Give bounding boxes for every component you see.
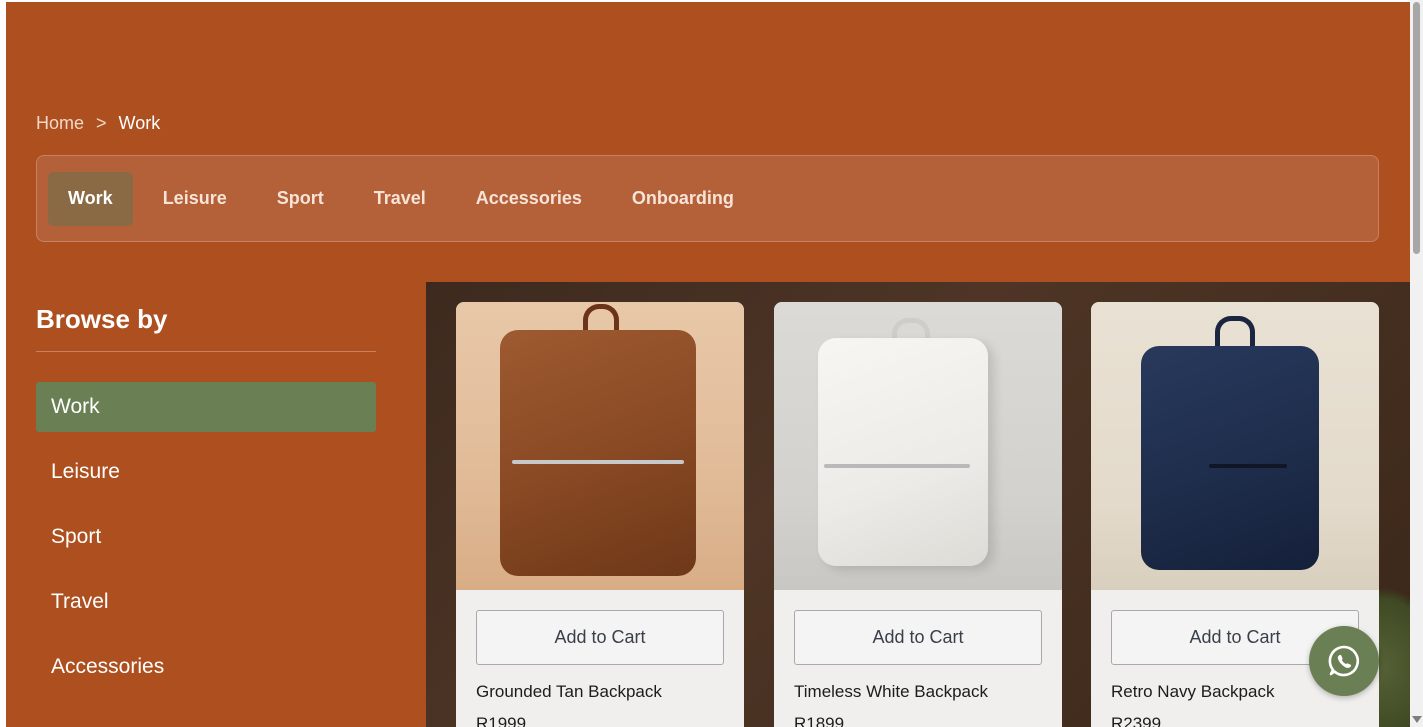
breadcrumb-separator: >: [96, 113, 107, 133]
sidebar-item-accessories[interactable]: Accessories: [36, 642, 376, 692]
browse-sidebar: Browse by Work Leisure Sport Travel Acce…: [36, 282, 376, 692]
sidebar-item-sport[interactable]: Sport: [36, 512, 376, 562]
add-to-cart-button[interactable]: Add to Cart: [794, 610, 1042, 665]
product-grid: Add to Cart Grounded Tan Backpack R1999 …: [426, 282, 1410, 727]
breadcrumb-current: Work: [118, 113, 161, 133]
scroll-down-arrow-icon[interactable]: [1412, 716, 1422, 723]
bag-body: [500, 330, 696, 576]
tab-travel[interactable]: Travel: [354, 172, 446, 226]
product-price: R1999: [476, 714, 527, 727]
bag-handle: [1215, 316, 1255, 350]
tab-work[interactable]: Work: [48, 171, 133, 226]
page: Home > Work Work Leisure Sport Travel Ac…: [6, 2, 1410, 727]
sidebar-title: Browse by: [36, 282, 376, 352]
vertical-scrollbar[interactable]: [1410, 0, 1423, 727]
add-to-cart-button[interactable]: Add to Cart: [476, 610, 724, 665]
product-image[interactable]: [774, 302, 1062, 590]
sidebar-list: Work Leisure Sport Travel Accessories: [36, 382, 376, 692]
product-image[interactable]: [456, 302, 744, 590]
bag-body: [1141, 346, 1319, 570]
bag-zipper: [512, 460, 684, 464]
product-price: R1899: [794, 714, 845, 727]
tab-sport[interactable]: Sport: [257, 172, 344, 226]
bag-zipper: [824, 464, 970, 468]
product-name[interactable]: Retro Navy Backpack: [1111, 682, 1274, 702]
product-name[interactable]: Timeless White Backpack: [794, 682, 988, 702]
bag-body: [818, 338, 988, 566]
tab-onboarding[interactable]: Onboarding: [612, 172, 754, 226]
product-card: Add to Cart Grounded Tan Backpack R1999: [456, 302, 744, 727]
category-tabs: Work Leisure Sport Travel Accessories On…: [36, 155, 1379, 242]
tab-leisure[interactable]: Leisure: [143, 172, 247, 226]
product-price: R2399: [1111, 714, 1162, 727]
whatsapp-icon: [1328, 645, 1360, 677]
tab-accessories[interactable]: Accessories: [456, 172, 602, 226]
bag-zipper: [1209, 464, 1287, 468]
sidebar-item-leisure[interactable]: Leisure: [36, 447, 376, 497]
breadcrumb-home[interactable]: Home: [36, 113, 84, 134]
product-image[interactable]: [1091, 302, 1379, 590]
whatsapp-chat-button[interactable]: [1309, 626, 1379, 696]
product-name[interactable]: Grounded Tan Backpack: [476, 682, 662, 702]
scrollbar-thumb[interactable]: [1413, 2, 1420, 254]
product-card: Add to Cart Timeless White Backpack R189…: [774, 302, 1062, 727]
breadcrumb: Home > Work: [36, 113, 160, 134]
sidebar-item-work[interactable]: Work: [36, 382, 376, 432]
sidebar-item-travel[interactable]: Travel: [36, 577, 376, 627]
